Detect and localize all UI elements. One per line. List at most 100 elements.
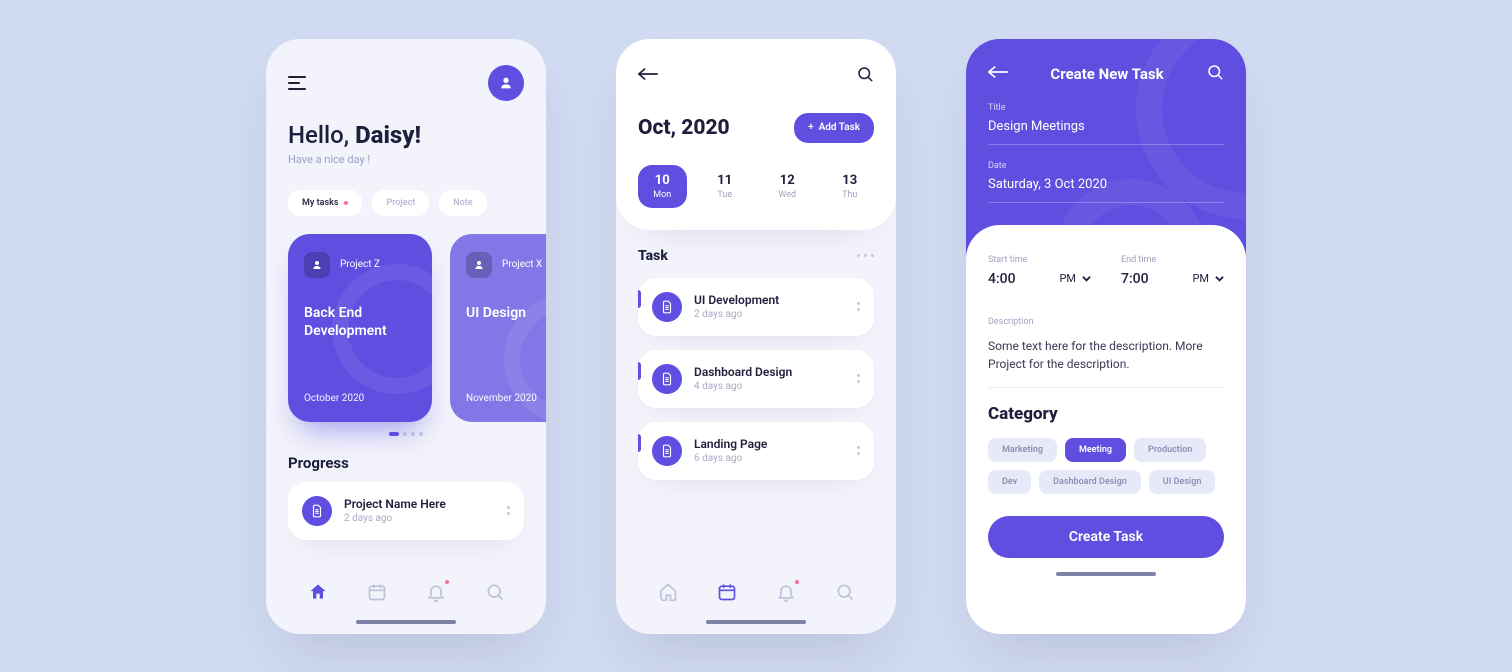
project-cards: Project Z Back EndDevelopment October 20… xyxy=(288,234,524,422)
dot-indicator xyxy=(344,201,348,205)
nav-bell[interactable] xyxy=(776,582,796,602)
day-option[interactable]: 12Wed xyxy=(763,165,812,208)
chip-dashboard-design[interactable]: Dashboard Design xyxy=(1039,470,1141,494)
filter-tabs: My tasks Project Note xyxy=(288,190,524,216)
greeting: Hello, Daisy! xyxy=(288,121,524,149)
day-option[interactable]: 10 Mon xyxy=(638,165,687,208)
tab-my-tasks[interactable]: My tasks xyxy=(288,190,362,216)
date-field[interactable]: Date Saturday, 3 Oct 2020 xyxy=(988,161,1224,203)
task-subtitle: 6 days ago xyxy=(694,453,767,464)
day-selector: 10 Mon 11Tue 12Wed 13 Thu xyxy=(638,165,874,208)
task-title: Landing Page xyxy=(694,437,767,451)
field-label: Description xyxy=(988,317,1224,327)
task-title: Dashboard Design xyxy=(694,365,792,379)
project-name: Project X xyxy=(502,259,542,270)
more-icon[interactable] xyxy=(857,302,860,311)
day-of-week: Thu xyxy=(826,190,875,200)
tab-note[interactable]: Note xyxy=(439,190,486,216)
nav-search[interactable] xyxy=(485,582,505,602)
chevron-down-icon xyxy=(1082,274,1091,283)
create-task-screen: Create New Task Title Design Meetings Da… xyxy=(966,39,1246,634)
plus-icon: + xyxy=(808,122,814,133)
add-task-label: Add Task xyxy=(819,122,860,133)
chip-marketing[interactable]: Marketing xyxy=(988,438,1057,462)
more-icon[interactable] xyxy=(507,506,510,515)
greeting-prefix: Hello, xyxy=(288,121,355,149)
user-icon xyxy=(498,75,514,91)
task-list: UI Development 2 days ago Dashboard Desig… xyxy=(638,278,874,480)
ampm-dropdown[interactable]: PM xyxy=(1192,272,1224,285)
ampm-label: PM xyxy=(1192,272,1209,285)
chip-label: Marketing xyxy=(1002,445,1043,455)
project-owner-icon xyxy=(466,252,492,278)
day-option[interactable]: 13 Thu xyxy=(826,165,875,208)
field-label: Title xyxy=(988,103,1224,113)
nav-home[interactable] xyxy=(658,582,678,602)
task-item[interactable]: Dashboard Design4 days ago xyxy=(638,350,874,408)
more-icon[interactable] xyxy=(857,254,874,257)
day-number: 13 xyxy=(826,173,875,188)
add-task-button[interactable]: + Add Task xyxy=(794,113,874,143)
back-button[interactable] xyxy=(988,64,1008,83)
more-icon[interactable] xyxy=(857,374,860,383)
project-date: October 2020 xyxy=(304,393,364,404)
tab-project[interactable]: Project xyxy=(372,190,429,216)
day-option[interactable]: 11Tue xyxy=(701,165,750,208)
ampm-dropdown[interactable]: PM xyxy=(1059,272,1091,285)
day-number: 12 xyxy=(763,173,812,188)
nav-search[interactable] xyxy=(835,582,855,602)
project-owner-icon xyxy=(304,252,330,278)
search-icon[interactable] xyxy=(856,65,874,87)
home-indicator xyxy=(706,620,806,624)
bottom-nav xyxy=(638,564,874,620)
greeting-subtitle: Have a nice day ! xyxy=(288,153,524,166)
field-value: Some text here for the description. More… xyxy=(988,337,1224,388)
task-heading: Task xyxy=(638,248,668,264)
menu-icon[interactable] xyxy=(288,76,306,90)
ampm-label: PM xyxy=(1059,272,1076,285)
chip-label: Dashboard Design xyxy=(1053,477,1127,487)
document-icon xyxy=(652,292,682,322)
progress-subtitle: 2 days ago xyxy=(344,513,446,524)
progress-heading: Progress xyxy=(288,454,524,472)
chip-label: Dev xyxy=(1002,477,1017,487)
bottom-nav xyxy=(288,564,524,620)
chip-ui-design[interactable]: UI Design xyxy=(1149,470,1216,494)
chip-dev[interactable]: Dev xyxy=(988,470,1031,494)
description-field[interactable]: Description Some text here for the descr… xyxy=(988,317,1224,388)
nav-home[interactable] xyxy=(308,582,328,602)
profile-button[interactable] xyxy=(488,65,524,101)
start-time-field[interactable]: Start time 4:00 PM xyxy=(988,255,1091,295)
chip-meeting[interactable]: Meeting xyxy=(1065,438,1126,462)
day-of-week: Mon xyxy=(638,190,687,200)
project-card[interactable]: Project X UI Design November 2020 xyxy=(450,234,546,422)
carousel-dots[interactable] xyxy=(288,432,524,436)
chip-production[interactable]: Production xyxy=(1134,438,1206,462)
title-field[interactable]: Title Design Meetings xyxy=(988,103,1224,145)
project-card[interactable]: Project Z Back EndDevelopment October 20… xyxy=(288,234,432,422)
time-value: 4:00 xyxy=(988,271,1016,287)
back-button[interactable] xyxy=(638,66,658,85)
document-icon xyxy=(652,436,682,466)
nav-calendar[interactable] xyxy=(717,582,737,602)
end-time-field[interactable]: End time 7:00 PM xyxy=(1121,255,1224,295)
task-item[interactable]: Landing Page 6 days ago xyxy=(638,422,874,480)
tab-label: My tasks xyxy=(302,198,338,208)
nav-calendar[interactable] xyxy=(367,582,387,602)
field-value: Saturday, 3 Oct 2020 xyxy=(988,177,1224,203)
day-number: 10 xyxy=(638,173,687,188)
chip-label: UI Design xyxy=(1163,477,1202,487)
task-subtitle: 2 days ago xyxy=(694,309,779,320)
more-icon[interactable] xyxy=(857,446,860,455)
calendar-panel: Oct, 2020 +Add Task 10Mon 11Tue 12Wed 13… xyxy=(616,39,896,230)
document-icon xyxy=(652,364,682,394)
bottom-sheet: Start time 4:00 PM End time 7:00 PM Desc… xyxy=(966,225,1246,634)
home-screen: Hello, Daisy! Have a nice day ! My tasks… xyxy=(266,39,546,634)
progress-item[interactable]: Project Name Here 2 days ago xyxy=(288,482,524,540)
nav-bell[interactable] xyxy=(426,582,446,602)
create-task-button[interactable]: Create Task xyxy=(988,516,1224,558)
task-title: UI Development xyxy=(694,293,779,307)
document-icon xyxy=(302,496,332,526)
project-date: November 2020 xyxy=(466,393,537,404)
task-item[interactable]: UI Development 2 days ago xyxy=(638,278,874,336)
